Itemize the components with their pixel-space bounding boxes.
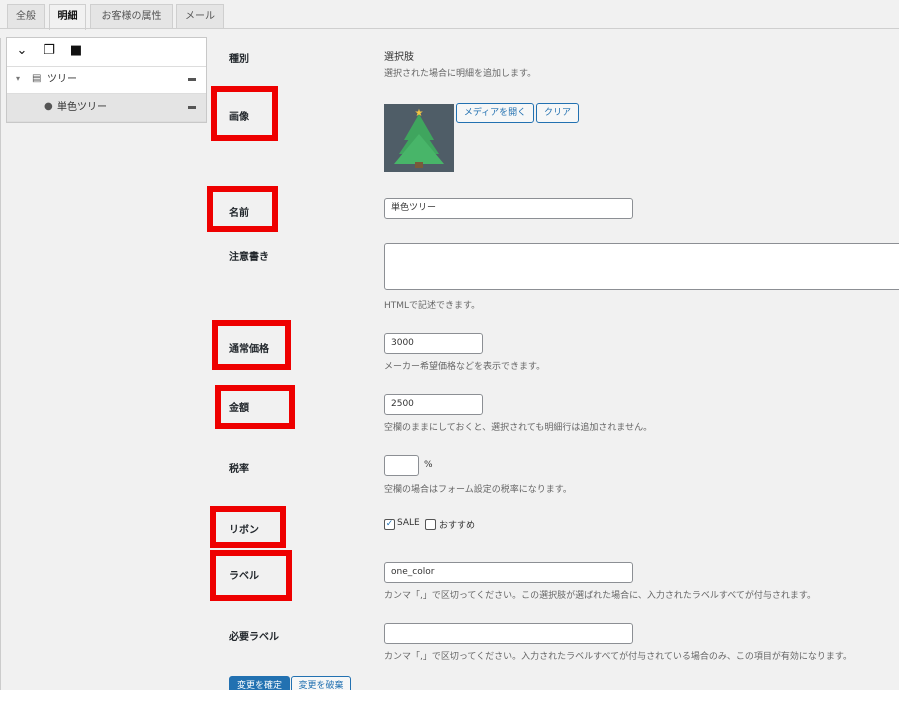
app-window: 全般 明細 お客様の属性 メール ⌄ ❐ ■ ▾ ▤ ツリー ● 単色ツリー 種… bbox=[0, 0, 899, 690]
tab-divider bbox=[0, 28, 899, 29]
regular-price-input[interactable]: 3000 bbox=[384, 333, 483, 354]
svg-text:★: ★ bbox=[415, 108, 424, 119]
collapse-icon[interactable]: ▾ bbox=[16, 74, 20, 83]
highlight-box-tag bbox=[210, 550, 292, 601]
tag-input[interactable]: one_color bbox=[384, 562, 633, 583]
recommend-checkbox[interactable] bbox=[425, 519, 436, 530]
tree-item-tree[interactable]: ▾ ▤ ツリー bbox=[7, 66, 206, 94]
highlight-box-image bbox=[211, 86, 278, 141]
tree-panel: ⌄ ❐ ■ ▾ ▤ ツリー ● 単色ツリー bbox=[6, 37, 207, 123]
clear-button[interactable]: クリア bbox=[536, 103, 579, 123]
image-thumbnail: ★ bbox=[384, 104, 454, 172]
regular-price-desc: メーカー希望価格などを表示できます。 bbox=[384, 362, 546, 372]
tree-item-single-color-tree[interactable]: ● 単色ツリー bbox=[7, 94, 206, 122]
tab-general[interactable]: 全般 bbox=[7, 4, 45, 28]
sale-label: SALE bbox=[397, 518, 420, 528]
highlight-box-ribbon bbox=[210, 506, 286, 548]
tab-details[interactable]: 明細 bbox=[49, 4, 86, 30]
tax-label: 税率 bbox=[229, 464, 249, 475]
discard-changes-button[interactable]: 変更を破棄 bbox=[291, 676, 351, 690]
recommend-label: おすすめ bbox=[439, 521, 476, 531]
note-desc: HTMLで記述できます。 bbox=[384, 301, 481, 311]
apply-changes-button[interactable]: 変更を確定 bbox=[229, 676, 290, 690]
chevron-down-icon[interactable]: ⌄ bbox=[14, 43, 30, 59]
tag-desc: カンマ「,」で区切ってください。この選択肢が選ばれた場合に、入力されたラベルすべ… bbox=[384, 591, 816, 601]
tax-input[interactable] bbox=[384, 455, 419, 476]
required-tag-input[interactable] bbox=[384, 623, 633, 644]
tree-image-icon: ★ bbox=[394, 108, 444, 168]
amount-desc: 空欄のままにしておくと、選択されても明細行は追加されません。 bbox=[384, 423, 653, 433]
tree-item-label: ツリー bbox=[47, 74, 77, 85]
left-border bbox=[0, 38, 1, 690]
copy-icon[interactable]: ❐ bbox=[41, 43, 57, 59]
open-media-button[interactable]: メディアを開く bbox=[456, 103, 534, 123]
highlight-box-amount bbox=[215, 385, 295, 429]
drag-handle-icon[interactable] bbox=[188, 106, 196, 109]
tax-unit: % bbox=[424, 460, 433, 470]
drag-handle-icon[interactable] bbox=[188, 78, 196, 81]
note-textarea[interactable] bbox=[384, 243, 899, 290]
sale-checkbox[interactable]: ✓ bbox=[384, 519, 395, 530]
trash-icon[interactable]: ■ bbox=[68, 43, 84, 59]
tree-item-label: 単色ツリー bbox=[57, 102, 107, 113]
tab-customer-attributes[interactable]: お客様の属性 bbox=[90, 4, 173, 28]
type-label: 種別 bbox=[229, 54, 249, 65]
highlight-box-regular-price bbox=[212, 320, 291, 370]
tree-toolbar: ⌄ ❐ ■ bbox=[7, 38, 206, 67]
tax-desc: 空欄の場合はフォーム設定の税率になります。 bbox=[384, 485, 572, 495]
tab-mail[interactable]: メール bbox=[176, 4, 224, 28]
amount-input[interactable]: 2500 bbox=[384, 394, 483, 415]
type-value: 選択肢 bbox=[384, 52, 414, 63]
type-desc: 選択された場合に明細を追加します。 bbox=[384, 69, 537, 79]
check-circle-icon: ● bbox=[44, 101, 53, 112]
required-tag-desc: カンマ「,」で区切ってください。入力されたラベルすべてが付与されている場合のみ、… bbox=[384, 652, 852, 662]
list-icon: ▤ bbox=[32, 73, 42, 84]
required-tag-label: 必要ラベル bbox=[229, 632, 279, 643]
note-label: 注意書き bbox=[229, 252, 269, 263]
highlight-box-name bbox=[207, 186, 278, 232]
name-input[interactable]: 単色ツリー bbox=[384, 198, 633, 219]
